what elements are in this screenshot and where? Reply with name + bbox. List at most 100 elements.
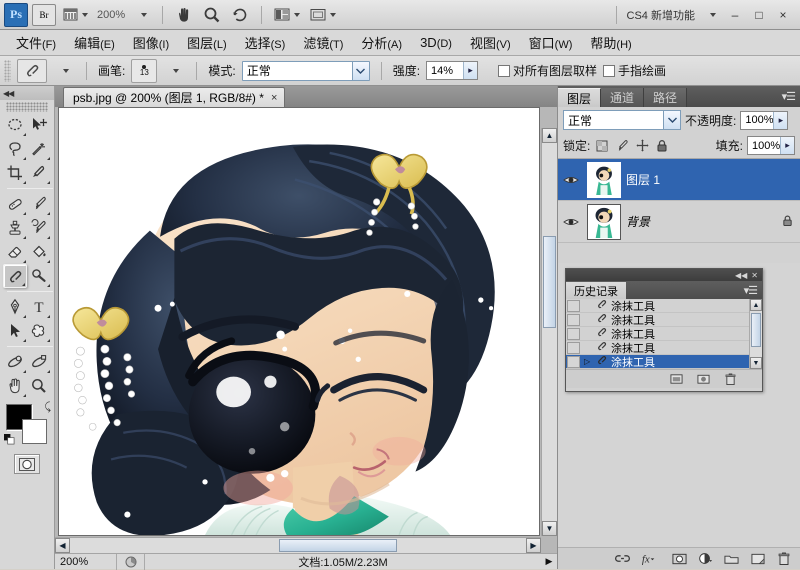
workspace-switcher-label[interactable]: CS4 新增功能 (624, 7, 698, 23)
tool-type[interactable]: T (27, 295, 51, 319)
new-document-from-state-icon[interactable] (669, 372, 684, 387)
menu-analysis[interactable]: 分析(A) (353, 30, 410, 55)
lock-transparent-pixels-icon[interactable] (594, 138, 610, 154)
canvas-horizontal-scrollbar[interactable]: ◀ ▶ (55, 537, 541, 553)
panel-menu-icon[interactable]: ▾☰ (782, 90, 796, 103)
add-layer-style-icon[interactable]: fx (641, 551, 661, 566)
fill-flyout-arrow[interactable]: ▸ (780, 137, 794, 154)
tool-magic-wand[interactable] (27, 137, 51, 161)
tool-brush[interactable] (27, 192, 51, 216)
default-colors-icon[interactable] (4, 434, 15, 445)
status-menu-arrow[interactable]: ▶ (541, 556, 557, 567)
finger-painting-checkbox[interactable] (603, 64, 616, 77)
background-color-swatch[interactable] (22, 419, 47, 444)
menu-select[interactable]: 选择(S) (237, 30, 294, 55)
scroll-up-button[interactable]: ▲ (750, 299, 762, 311)
lock-all-icon[interactable] (654, 138, 670, 154)
tool-clone-stamp[interactable] (3, 216, 27, 240)
new-group-icon[interactable] (724, 551, 739, 566)
chevron-down-icon[interactable] (663, 111, 680, 129)
view-extras-button[interactable] (60, 4, 91, 26)
toolbox-gripper[interactable] (6, 102, 48, 112)
fill-input[interactable]: 100% ▸ (747, 136, 795, 155)
history-entry[interactable]: ▷ 涂抹工具 (566, 355, 762, 369)
history-state-checkbox[interactable] (567, 299, 580, 312)
quick-mask-button[interactable] (14, 454, 40, 474)
strength-input[interactable]: 14% ▸ (426, 61, 479, 80)
tool-move[interactable] (27, 113, 51, 137)
options-bar-gripper[interactable] (4, 59, 11, 82)
scroll-up-button[interactable]: ▲ (542, 128, 557, 143)
minimize-button[interactable]: – (724, 5, 746, 25)
toolbox-collapse-bar[interactable]: ◀◀ (0, 86, 54, 100)
brush-picker-dropdown[interactable] (163, 60, 185, 82)
scroll-down-button[interactable]: ▼ (542, 521, 557, 536)
history-state-checkbox[interactable] (567, 313, 580, 326)
tool-eraser[interactable] (3, 240, 27, 264)
close-icon[interactable]: × (271, 92, 277, 104)
history-state-checkbox[interactable] (567, 327, 580, 340)
swap-colors-icon[interactable]: ⤹ (44, 401, 51, 414)
history-panel-title-bar[interactable]: ◀◀ ✕ (566, 269, 762, 281)
maximize-button[interactable]: □ (748, 5, 770, 25)
tool-path-selection[interactable] (3, 319, 27, 343)
close-icon[interactable]: ✕ (751, 271, 758, 280)
tool-custom-shape[interactable] (27, 319, 51, 343)
tab-channels[interactable]: 通道 (601, 88, 645, 107)
layer-row[interactable]: 图层 1 (558, 159, 800, 201)
history-entry[interactable]: 涂抹工具 (566, 327, 762, 341)
sample-all-layers-checkbox-group[interactable]: 对所有图层取样 (498, 62, 597, 79)
layer-visibility-icon[interactable] (560, 216, 582, 228)
image-canvas[interactable] (58, 107, 540, 536)
tab-history[interactable]: 历史记录 (566, 282, 626, 299)
layer-row[interactable]: 背景 (558, 201, 800, 243)
zoom-tool-button[interactable] (200, 4, 224, 26)
zoom-dropdown-button[interactable] (131, 4, 153, 26)
layer-thumbnail[interactable] (587, 203, 621, 240)
collapse-icon[interactable]: ◀◀ (735, 271, 747, 280)
document-tab[interactable]: psb.jpg @ 200% (图层 1, RGB/8#) * × (63, 87, 286, 107)
tool-zoom[interactable] (27, 374, 51, 398)
workspace-dropdown-button[interactable] (700, 4, 722, 26)
menu-view[interactable]: 视图(V) (462, 30, 519, 55)
tool-lasso[interactable] (3, 137, 27, 161)
menu-help[interactable]: 帮助(H) (582, 30, 639, 55)
delete-layer-icon[interactable] (776, 551, 791, 566)
history-entry[interactable]: 涂抹工具 (566, 299, 762, 313)
new-layer-icon[interactable] (750, 551, 765, 566)
chevron-down-icon[interactable] (351, 61, 369, 80)
layer-blend-mode-select[interactable]: 正常 (563, 110, 681, 130)
sample-all-layers-checkbox[interactable] (498, 64, 511, 77)
menu-layer[interactable]: 图层(L) (179, 30, 234, 55)
screen-mode-button[interactable] (307, 4, 339, 26)
collapse-icon[interactable]: ◀◀ (3, 89, 14, 98)
brush-preview[interactable]: 13 (131, 58, 158, 83)
tool-pen[interactable] (3, 295, 27, 319)
finger-painting-checkbox-group[interactable]: 手指绘画 (603, 62, 666, 79)
menu-edit[interactable]: 编辑(E) (66, 30, 123, 55)
blend-mode-select[interactable]: 正常 (241, 60, 370, 81)
tool-smudge[interactable] (3, 264, 27, 288)
menu-window[interactable]: 窗口(W) (521, 30, 581, 55)
lock-position-icon[interactable] (634, 138, 650, 154)
tool-preset-dropdown[interactable] (53, 60, 75, 82)
opacity-flyout-arrow[interactable]: ▸ (773, 111, 788, 129)
launch-bridge-button[interactable]: Br (32, 3, 56, 26)
layer-thumbnail[interactable] (587, 161, 621, 198)
menu-filter[interactable]: 滤镜(T) (295, 30, 351, 55)
lock-image-pixels-icon[interactable] (614, 138, 630, 154)
menu-3d[interactable]: 3D(D) (412, 32, 460, 53)
tool-eyedropper[interactable] (27, 161, 51, 185)
delete-state-icon[interactable] (723, 372, 738, 387)
tool-hand[interactable] (3, 374, 27, 398)
tool-3d-rotate[interactable] (3, 350, 27, 374)
tool-crop[interactable] (3, 161, 27, 185)
tool-preset-picker[interactable] (17, 58, 47, 83)
scroll-left-button[interactable]: ◀ (55, 538, 70, 553)
opacity-input[interactable]: 100% ▸ (740, 110, 789, 130)
horizontal-scroll-thumb[interactable] (279, 539, 397, 552)
scroll-down-button[interactable]: ▼ (750, 357, 762, 369)
scroll-right-button[interactable]: ▶ (526, 538, 541, 553)
history-scroll-thumb[interactable] (751, 313, 761, 347)
tool-healing-brush[interactable] (3, 192, 27, 216)
